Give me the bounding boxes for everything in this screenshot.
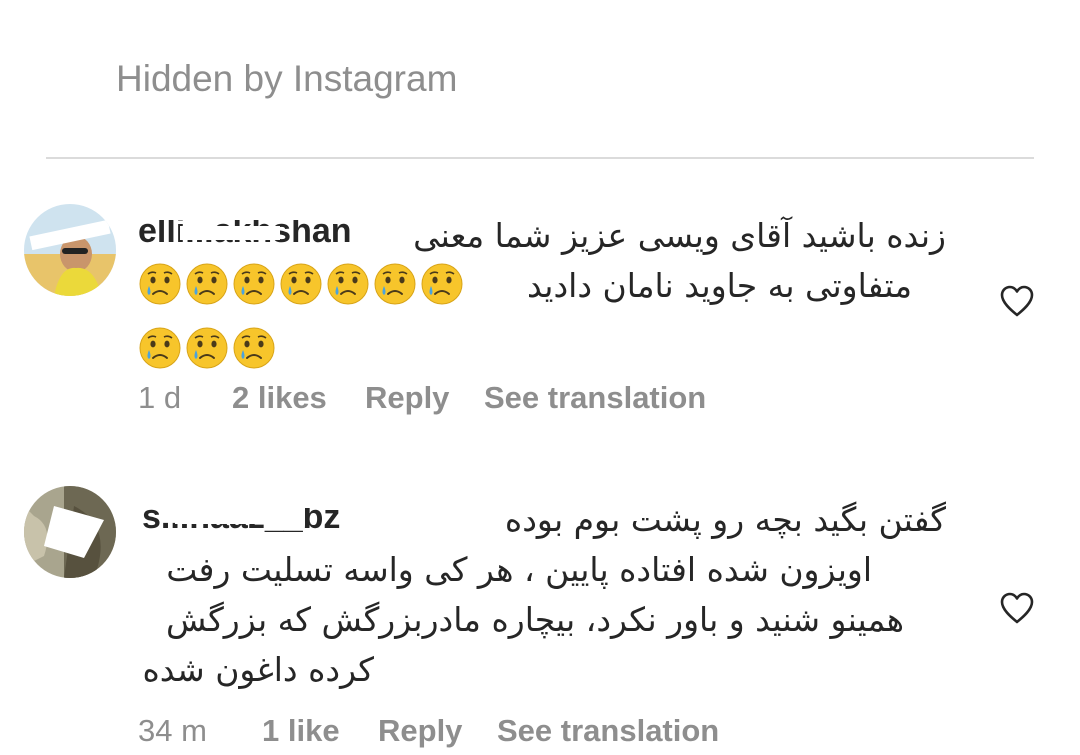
username-redaction xyxy=(175,508,285,524)
hidden-by-instagram-label[interactable]: Hidden by Instagram xyxy=(116,58,457,100)
username-redaction xyxy=(180,226,280,240)
avatar[interactable] xyxy=(24,204,116,296)
see-translation-button[interactable]: See translation xyxy=(484,380,706,416)
comment-text-line: کرده داغون شده xyxy=(142,650,374,689)
avatar[interactable] xyxy=(24,486,116,578)
crying-face-emoji xyxy=(280,263,322,305)
avatar-photo xyxy=(24,486,116,578)
heart-outline-icon[interactable] xyxy=(999,591,1035,625)
crying-face-emoji xyxy=(139,327,181,369)
avatar-photo xyxy=(24,204,116,296)
comments-screen: Hidden by Instagram elli...akhshan زنده … xyxy=(0,0,1080,755)
crying-face-emoji xyxy=(186,327,228,369)
see-translation-button[interactable]: See translation xyxy=(497,713,719,749)
crying-face-emoji xyxy=(233,263,275,305)
likes-count[interactable]: 2 likes xyxy=(232,380,327,416)
crying-face-emoji xyxy=(421,263,463,305)
crying-face-emoji xyxy=(139,263,181,305)
crying-face-emoji xyxy=(233,327,275,369)
comment-text-line: گفتن بگید بچه رو پشت بوم بوده xyxy=(504,500,946,539)
comment-time: 34 m xyxy=(138,713,207,748)
comment-text-line: اویزون شده افتاده پایین ، هر کی واسه تسل… xyxy=(166,550,872,589)
crying-face-emoji xyxy=(374,263,416,305)
reply-button[interactable]: Reply xyxy=(365,380,449,416)
comment-time: 1 d xyxy=(138,380,182,415)
comment-text-line: زنده باشید آقای ویسی عزیز شما معنی xyxy=(413,216,946,255)
crying-face-emoji xyxy=(186,263,228,305)
reply-button[interactable]: Reply xyxy=(378,713,462,749)
divider xyxy=(46,157,1034,159)
likes-count[interactable]: 1 like xyxy=(262,713,340,749)
comment-text-line: همینو شنید و باور نکرد، بیچاره مادربزرگش… xyxy=(166,600,904,639)
comment-text-line: متفاوتی به جاوید نامان دادید xyxy=(526,266,912,305)
heart-outline-icon[interactable] xyxy=(999,284,1035,318)
crying-face-emoji xyxy=(327,263,369,305)
emoji-row xyxy=(138,262,498,370)
top-header-strip xyxy=(0,0,1080,6)
